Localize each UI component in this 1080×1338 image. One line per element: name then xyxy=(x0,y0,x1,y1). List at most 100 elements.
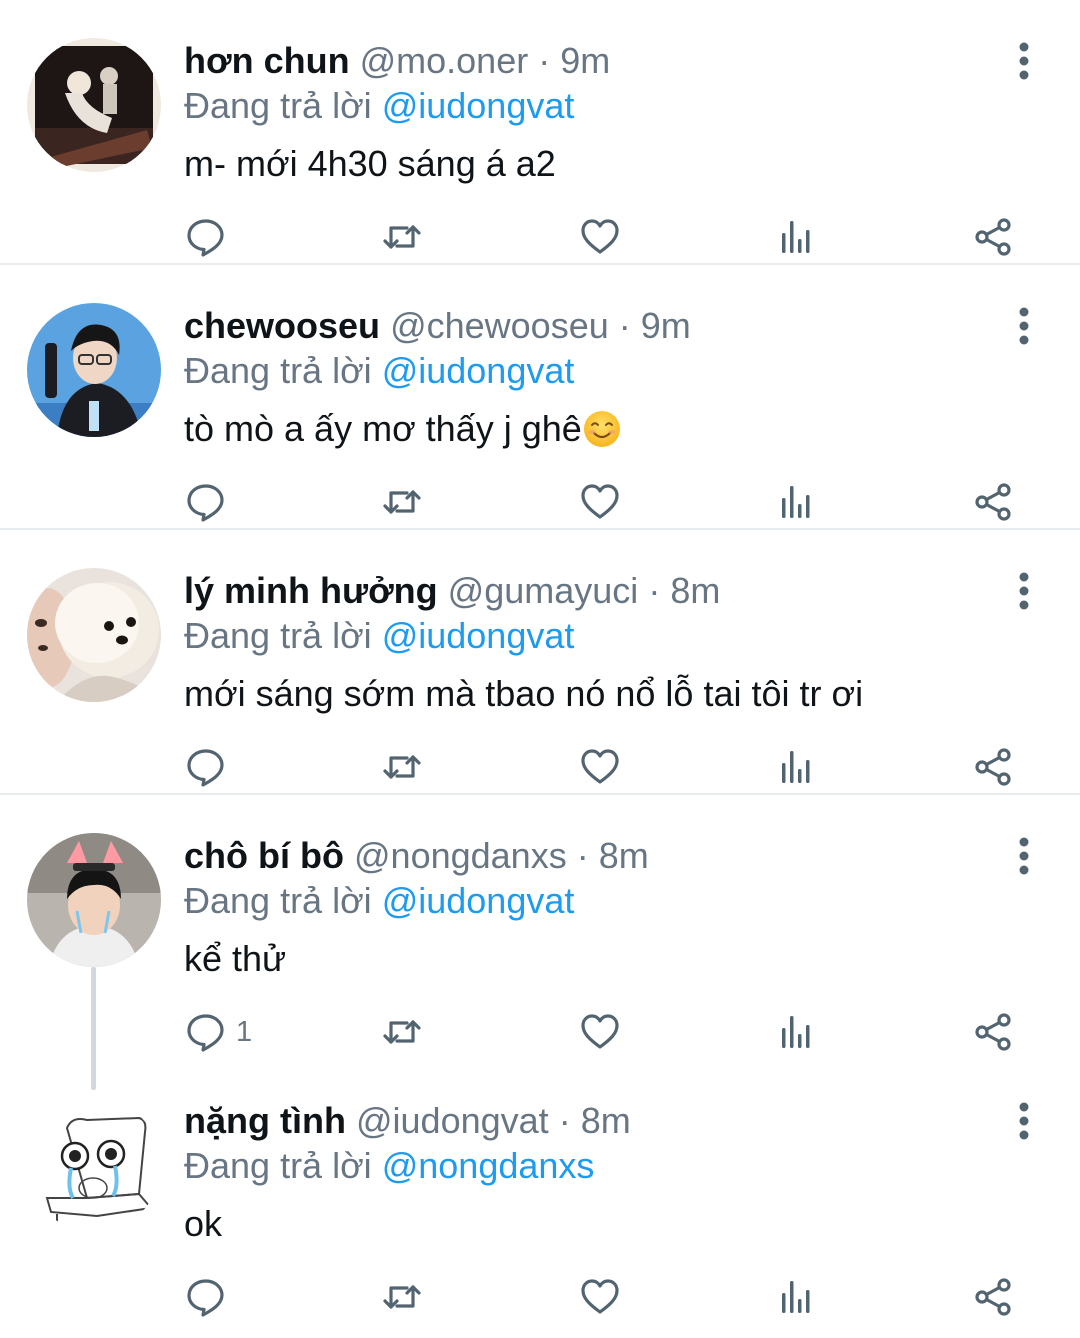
share-icon xyxy=(975,1278,1011,1316)
user-handle[interactable]: @iudongvat xyxy=(356,1100,549,1141)
user-handle[interactable]: @mo.oner xyxy=(360,40,529,81)
heart-icon xyxy=(581,1279,619,1314)
like-button[interactable] xyxy=(580,1272,620,1322)
reply-button[interactable] xyxy=(186,742,236,792)
tweet-text: tò mò a ấy mơ thấy j ghê xyxy=(184,408,582,449)
action-bar xyxy=(0,212,1080,262)
timestamp[interactable]: 9m xyxy=(641,305,691,346)
vertical-dots-icon xyxy=(1019,307,1029,345)
display-name[interactable]: chô bí bô xyxy=(184,835,344,876)
mention-link[interactable]: @nongdanxs xyxy=(382,1145,595,1186)
more-options-button[interactable] xyxy=(1006,835,1042,877)
views-button[interactable] xyxy=(776,1272,816,1322)
user-handle[interactable]: @nongdanxs xyxy=(354,835,567,876)
like-button[interactable] xyxy=(580,212,620,262)
avatar[interactable] xyxy=(27,833,161,967)
like-button[interactable] xyxy=(580,1007,620,1057)
tweet[interactable]: chô bí bô @nongdanxs · 8m Đang trả lời @… xyxy=(0,795,1080,1090)
replying-to-label: Đang trả lời xyxy=(184,615,372,656)
like-button[interactable] xyxy=(580,477,620,527)
tweet[interactable]: nặng tình @iudongvat · 8m Đang trả lời @… xyxy=(0,1060,1080,1325)
separator-dot: · xyxy=(618,305,631,346)
more-options-button[interactable] xyxy=(1006,40,1042,82)
retweet-button[interactable] xyxy=(382,477,422,527)
bar-chart-icon xyxy=(782,1016,810,1048)
timestamp[interactable]: 8m xyxy=(581,1100,631,1141)
tweet-text: mới sáng sớm mà tbao nó nổ lỗ tai tôi tr… xyxy=(184,673,864,714)
more-options-button[interactable] xyxy=(1006,570,1042,612)
tweet[interactable]: hơn chun @mo.oner · 9m Đang trả lời @iud… xyxy=(0,0,1080,265)
share-icon xyxy=(975,1013,1011,1051)
tweet[interactable]: chewooseu @chewooseu · 9m Đang trả lời @… xyxy=(0,265,1080,530)
mention-link[interactable]: @iudongvat xyxy=(382,85,575,126)
replying-to-label: Đang trả lời xyxy=(184,1145,372,1186)
avatar[interactable] xyxy=(27,568,161,702)
timestamp[interactable]: 8m xyxy=(670,570,720,611)
tweet-header: hơn chun @mo.oner · 9m xyxy=(184,40,610,82)
display-name[interactable]: hơn chun xyxy=(184,40,350,81)
speech-bubble-icon xyxy=(187,749,224,787)
avatar-photo xyxy=(27,833,161,967)
display-name[interactable]: chewooseu xyxy=(184,305,380,346)
heart-icon xyxy=(581,749,619,784)
share-button[interactable] xyxy=(973,212,1013,262)
like-button[interactable] xyxy=(580,742,620,792)
mention-link[interactable]: @iudongvat xyxy=(382,615,575,656)
views-button[interactable] xyxy=(776,212,816,262)
reply-button[interactable] xyxy=(186,477,236,527)
tweet-header: chô bí bô @nongdanxs · 8m xyxy=(184,835,649,877)
mention-link[interactable]: @iudongvat xyxy=(382,880,575,921)
speech-bubble-icon xyxy=(187,1014,224,1052)
tweet[interactable]: lý minh hưởng @gumayuci · 8m Đang trả lờ… xyxy=(0,530,1080,795)
bar-chart-icon xyxy=(782,221,810,253)
separator-dot: · xyxy=(558,1100,571,1141)
retweet-button[interactable] xyxy=(382,1007,422,1057)
more-options-button[interactable] xyxy=(1006,1100,1042,1142)
user-handle[interactable]: @chewooseu xyxy=(390,305,609,346)
tweet-text: ok xyxy=(184,1203,223,1244)
reply-button[interactable] xyxy=(186,212,236,262)
bar-chart-icon xyxy=(782,1281,810,1313)
retweet-button[interactable] xyxy=(382,212,422,262)
mention-link[interactable]: @iudongvat xyxy=(382,350,575,391)
retweet-button[interactable] xyxy=(382,1272,422,1322)
share-button[interactable] xyxy=(973,742,1013,792)
speech-bubble-icon xyxy=(187,484,224,522)
bar-chart-icon xyxy=(782,751,810,783)
reply-button[interactable]: 1 xyxy=(186,1007,252,1057)
share-button[interactable] xyxy=(973,477,1013,527)
replying-to-label: Đang trả lời xyxy=(184,350,372,391)
action-bar: 1 xyxy=(0,1007,1080,1057)
share-icon xyxy=(975,218,1011,256)
user-handle[interactable]: @gumayuci xyxy=(448,570,639,611)
heart-icon xyxy=(581,484,619,519)
action-bar xyxy=(0,477,1080,527)
share-button[interactable] xyxy=(973,1007,1013,1057)
display-name[interactable]: lý minh hưởng xyxy=(184,570,438,611)
avatar[interactable] xyxy=(27,1098,161,1232)
action-bar xyxy=(0,742,1080,792)
share-icon xyxy=(975,748,1011,786)
views-button[interactable] xyxy=(776,1007,816,1057)
display-name[interactable]: nặng tình xyxy=(184,1100,346,1141)
retweet-button[interactable] xyxy=(382,742,422,792)
timestamp[interactable]: 8m xyxy=(599,835,649,876)
retweet-icon xyxy=(383,755,421,779)
tweet-header: lý minh hưởng @gumayuci · 8m xyxy=(184,570,720,612)
views-button[interactable] xyxy=(776,742,816,792)
avatar[interactable] xyxy=(27,303,161,437)
separator-dot: · xyxy=(648,570,661,611)
avatar[interactable] xyxy=(27,38,161,172)
more-options-button[interactable] xyxy=(1006,305,1042,347)
reply-button[interactable] xyxy=(186,1272,236,1322)
share-button[interactable] xyxy=(973,1272,1013,1322)
bar-chart-icon xyxy=(782,486,810,518)
separator-dot: · xyxy=(576,835,589,876)
views-button[interactable] xyxy=(776,477,816,527)
reply-count: 1 xyxy=(236,1015,253,1048)
timestamp[interactable]: 9m xyxy=(560,40,610,81)
retweet-icon xyxy=(383,1020,421,1044)
vertical-dots-icon xyxy=(1019,837,1029,875)
tweet-header: chewooseu @chewooseu · 9m xyxy=(184,305,691,347)
avatar-photo xyxy=(27,303,161,437)
